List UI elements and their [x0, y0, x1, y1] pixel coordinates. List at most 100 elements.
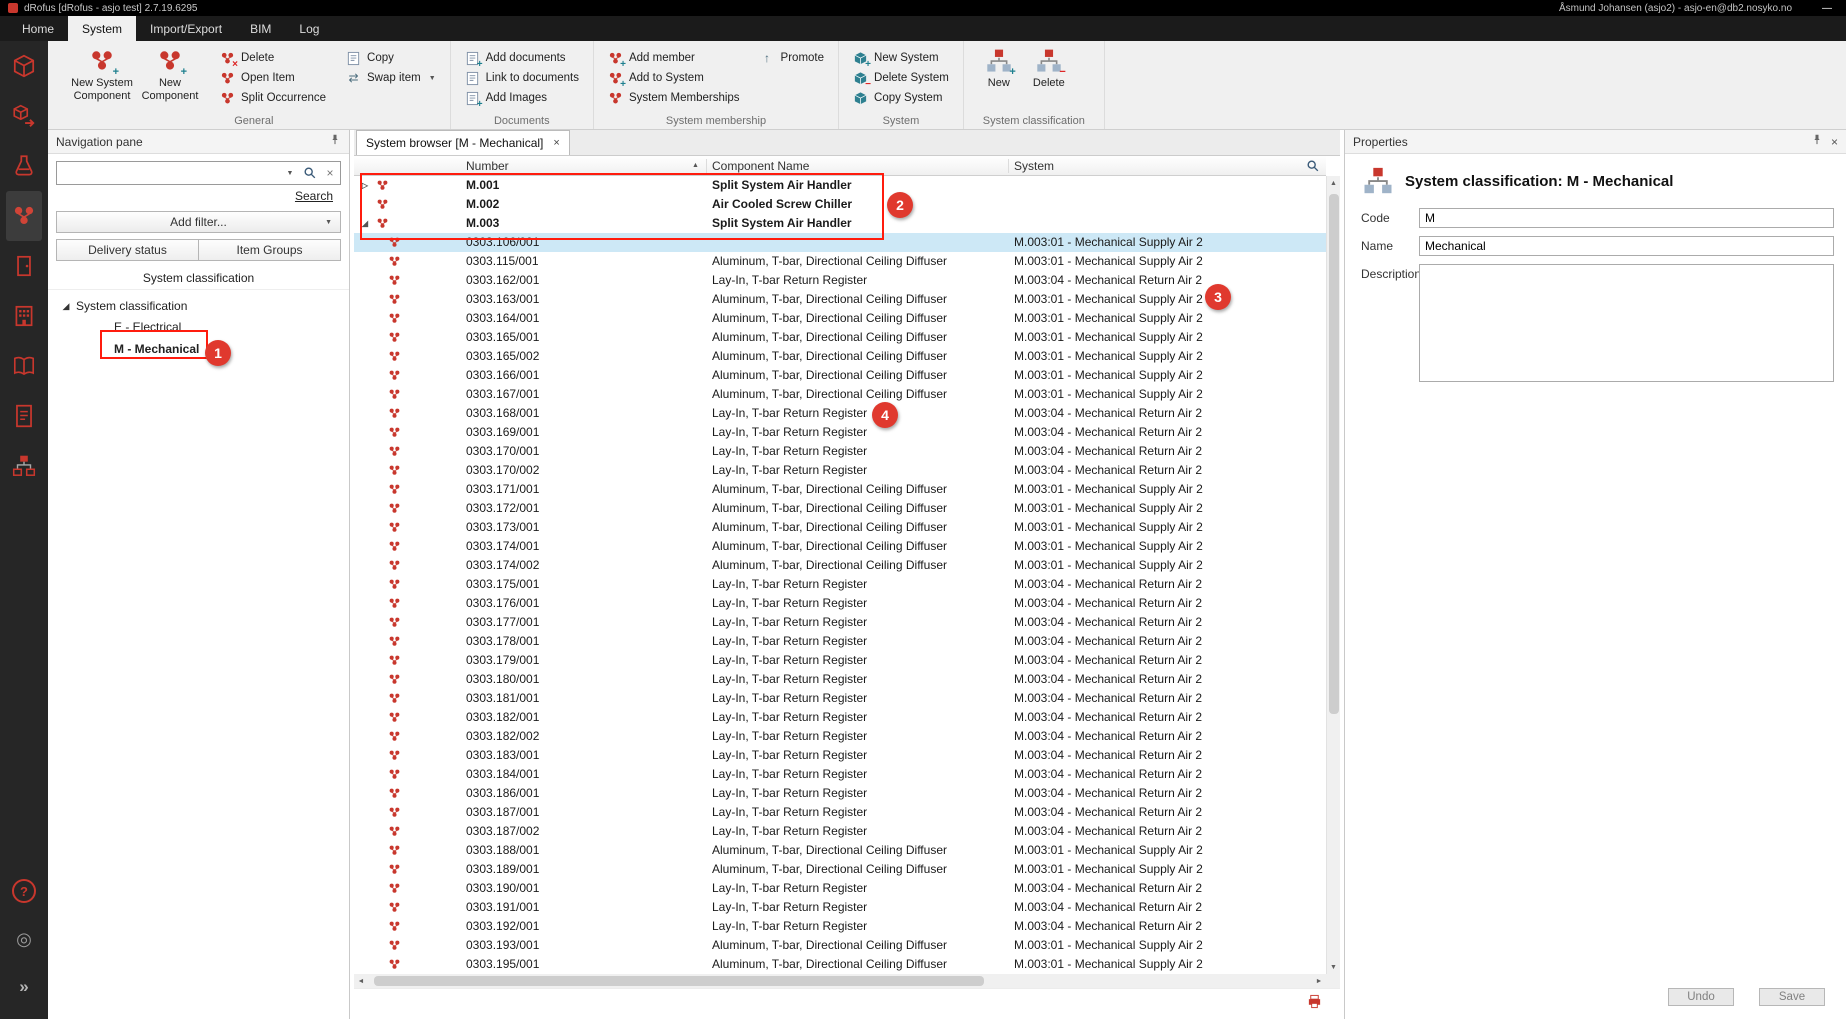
search-input[interactable]	[57, 166, 280, 180]
column-header-component-name[interactable]: Component Name	[712, 156, 809, 176]
description-field[interactable]	[1419, 264, 1834, 382]
table-row[interactable]: 0303.173/001 Aluminum, T-bar, Directiona…	[354, 518, 1326, 537]
table-row[interactable]: 0303.195/001 Aluminum, T-bar, Directiona…	[354, 955, 1326, 974]
menu-system[interactable]: System	[68, 16, 136, 41]
tree-root-system-classification[interactable]: ◢ System classification	[60, 296, 349, 316]
table-row[interactable]: 0303.170/002 Lay-In, T-bar Return Regist…	[354, 461, 1326, 480]
undo-button[interactable]: Undo	[1668, 988, 1734, 1006]
table-row[interactable]: 0303.165/001 Aluminum, T-bar, Directiona…	[354, 328, 1326, 347]
table-row[interactable]: 0303.167/001 Aluminum, T-bar, Directiona…	[354, 385, 1326, 404]
copy-system-button[interactable]: Copy System	[849, 89, 953, 107]
clear-search-icon[interactable]: ×	[320, 166, 340, 180]
delete-button[interactable]: × Delete	[216, 49, 330, 67]
menu-home[interactable]: Home	[8, 16, 68, 41]
scroll-left-icon[interactable]: ◄	[354, 978, 368, 985]
section-header[interactable]: System classification	[48, 267, 349, 290]
table-row[interactable]: 0303.192/001 Lay-In, T-bar Return Regist…	[354, 917, 1326, 936]
row-expander-icon[interactable]: ▷	[358, 176, 372, 195]
menu-log[interactable]: Log	[285, 16, 333, 41]
swap-item-button[interactable]: ⇄ Swap item ▼	[342, 69, 440, 87]
code-field[interactable]	[1419, 208, 1834, 228]
table-row[interactable]: 0303.193/001 Aluminum, T-bar, Directiona…	[354, 936, 1326, 955]
table-row[interactable]: 0303.184/001 Lay-In, T-bar Return Regist…	[354, 765, 1326, 784]
scroll-down-icon[interactable]: ▼	[1327, 960, 1340, 974]
table-row[interactable]: 0303.165/002 Aluminum, T-bar, Directiona…	[354, 347, 1326, 366]
table-row[interactable]: 0303.106/001 M.003:01 - Mechanical Suppl…	[354, 233, 1326, 252]
new-component-button[interactable]: + New Component	[136, 45, 204, 105]
close-icon[interactable]: ×	[553, 137, 559, 149]
table-row[interactable]: 0303.186/001 Lay-In, T-bar Return Regist…	[354, 784, 1326, 803]
table-row[interactable]: 0303.115/001 Aluminum, T-bar, Directiona…	[354, 252, 1326, 271]
pin-icon[interactable]	[1811, 134, 1823, 149]
add-member-button[interactable]: + Add member	[604, 49, 744, 67]
chevron-down-icon[interactable]: ▼	[280, 170, 300, 177]
table-row[interactable]: 0303.178/001 Lay-In, T-bar Return Regist…	[354, 632, 1326, 651]
tree-item-electrical[interactable]: E - Electrical	[60, 316, 349, 338]
link-to-documents-button[interactable]: Link to documents	[461, 69, 583, 87]
add-images-button[interactable]: + Add Images	[461, 89, 583, 107]
table-row[interactable]: 0303.189/001 Aluminum, T-bar, Directiona…	[354, 860, 1326, 879]
table-row[interactable]: 0303.163/001 Aluminum, T-bar, Directiona…	[354, 290, 1326, 309]
search-link[interactable]: Search	[295, 189, 333, 203]
table-row[interactable]: 0303.175/001 Lay-In, T-bar Return Regist…	[354, 575, 1326, 594]
table-row[interactable]: 0303.179/001 Lay-In, T-bar Return Regist…	[354, 651, 1326, 670]
promote-button[interactable]: ↑ Promote	[756, 49, 828, 67]
scrollbar-thumb[interactable]	[1329, 194, 1339, 714]
scrollbar-thumb[interactable]	[374, 976, 984, 986]
row-expander-icon[interactable]: ◢	[358, 214, 372, 233]
tab-delivery-status[interactable]: Delivery status	[56, 239, 199, 261]
table-row[interactable]: 0303.164/001 Aluminum, T-bar, Directiona…	[354, 309, 1326, 328]
table-row[interactable]: 0303.191/001 Lay-In, T-bar Return Regist…	[354, 898, 1326, 917]
copy-button[interactable]: Copy	[342, 49, 440, 67]
scroll-right-icon[interactable]: ►	[1312, 978, 1326, 985]
new-classification-button[interactable]: + New	[974, 45, 1024, 93]
table-row[interactable]: 0303.162/001 Lay-In, T-bar Return Regist…	[354, 271, 1326, 290]
box-icon[interactable]	[6, 41, 42, 91]
menu-import-export[interactable]: Import/Export	[136, 16, 236, 41]
tree-item-mechanical[interactable]: M - Mechanical	[60, 338, 349, 360]
expanded-icon[interactable]: ◢	[60, 301, 72, 312]
table-row[interactable]: 0303.188/001 Aluminum, T-bar, Directiona…	[354, 841, 1326, 860]
table-row[interactable]: M.002 Air Cooled Screw Chiller	[354, 195, 1326, 214]
menu-bim[interactable]: BIM	[236, 16, 285, 41]
pin-icon[interactable]	[329, 134, 341, 149]
add-documents-button[interactable]: + Add documents	[461, 49, 583, 67]
column-header-number[interactable]: Number	[466, 156, 509, 176]
new-system-component-button[interactable]: + New System Component	[68, 45, 136, 105]
split-occurrence-button[interactable]: Split Occurrence	[216, 89, 330, 107]
add-filter-button[interactable]: Add filter... ▼	[56, 211, 341, 233]
table-row[interactable]: 0303.174/002 Aluminum, T-bar, Directiona…	[354, 556, 1326, 575]
table-row[interactable]: 0303.168/001 Lay-In, T-bar Return Regist…	[354, 404, 1326, 423]
delete-system-button[interactable]: − Delete System	[849, 69, 953, 87]
table-row[interactable]: 0303.170/001 Lay-In, T-bar Return Regist…	[354, 442, 1326, 461]
table-row[interactable]: 0303.166/001 Aluminum, T-bar, Directiona…	[354, 366, 1326, 385]
table-row[interactable]: 0303.177/001 Lay-In, T-bar Return Regist…	[354, 613, 1326, 632]
table-row[interactable]: 0303.171/001 Aluminum, T-bar, Directiona…	[354, 480, 1326, 499]
scroll-up-icon[interactable]: ▲	[1327, 176, 1340, 190]
tab-item-groups[interactable]: Item Groups	[199, 239, 341, 261]
open-item-button[interactable]: Open Item	[216, 69, 330, 87]
table-row[interactable]: 0303.187/001 Lay-In, T-bar Return Regist…	[354, 803, 1326, 822]
tab-system-browser[interactable]: System browser [M - Mechanical] ×	[356, 130, 570, 155]
table-row[interactable]: ▷ M.001 Split System Air Handler	[354, 176, 1326, 195]
table-row[interactable]: 0303.187/002 Lay-In, T-bar Return Regist…	[354, 822, 1326, 841]
close-icon[interactable]: ×	[1831, 135, 1838, 149]
search-icon[interactable]	[300, 166, 320, 180]
table-row[interactable]: 0303.182/001 Lay-In, T-bar Return Regist…	[354, 708, 1326, 727]
table-row[interactable]: 0303.174/001 Aluminum, T-bar, Directiona…	[354, 537, 1326, 556]
table-row[interactable]: 0303.181/001 Lay-In, T-bar Return Regist…	[354, 689, 1326, 708]
table-row[interactable]: ◢ M.003 Split System Air Handler	[354, 214, 1326, 233]
vertical-scrollbar[interactable]: ▲ ▼	[1326, 176, 1340, 974]
table-row[interactable]: 0303.172/001 Aluminum, T-bar, Directiona…	[354, 499, 1326, 518]
table-row[interactable]: 0303.190/001 Lay-In, T-bar Return Regist…	[354, 879, 1326, 898]
printer-icon[interactable]	[1307, 994, 1322, 1014]
table-row[interactable]: 0303.169/001 Lay-In, T-bar Return Regist…	[354, 423, 1326, 442]
delete-classification-button[interactable]: − Delete	[1024, 45, 1074, 93]
table-row[interactable]: 0303.180/001 Lay-In, T-bar Return Regist…	[354, 670, 1326, 689]
add-to-system-button[interactable]: + Add to System	[604, 69, 744, 87]
system-memberships-button[interactable]: System Memberships	[604, 89, 744, 107]
horizontal-scrollbar[interactable]: ◄ ►	[354, 974, 1326, 988]
table-row[interactable]: 0303.183/001 Lay-In, T-bar Return Regist…	[354, 746, 1326, 765]
name-field[interactable]	[1419, 236, 1834, 256]
new-system-button[interactable]: + New System	[849, 49, 953, 67]
